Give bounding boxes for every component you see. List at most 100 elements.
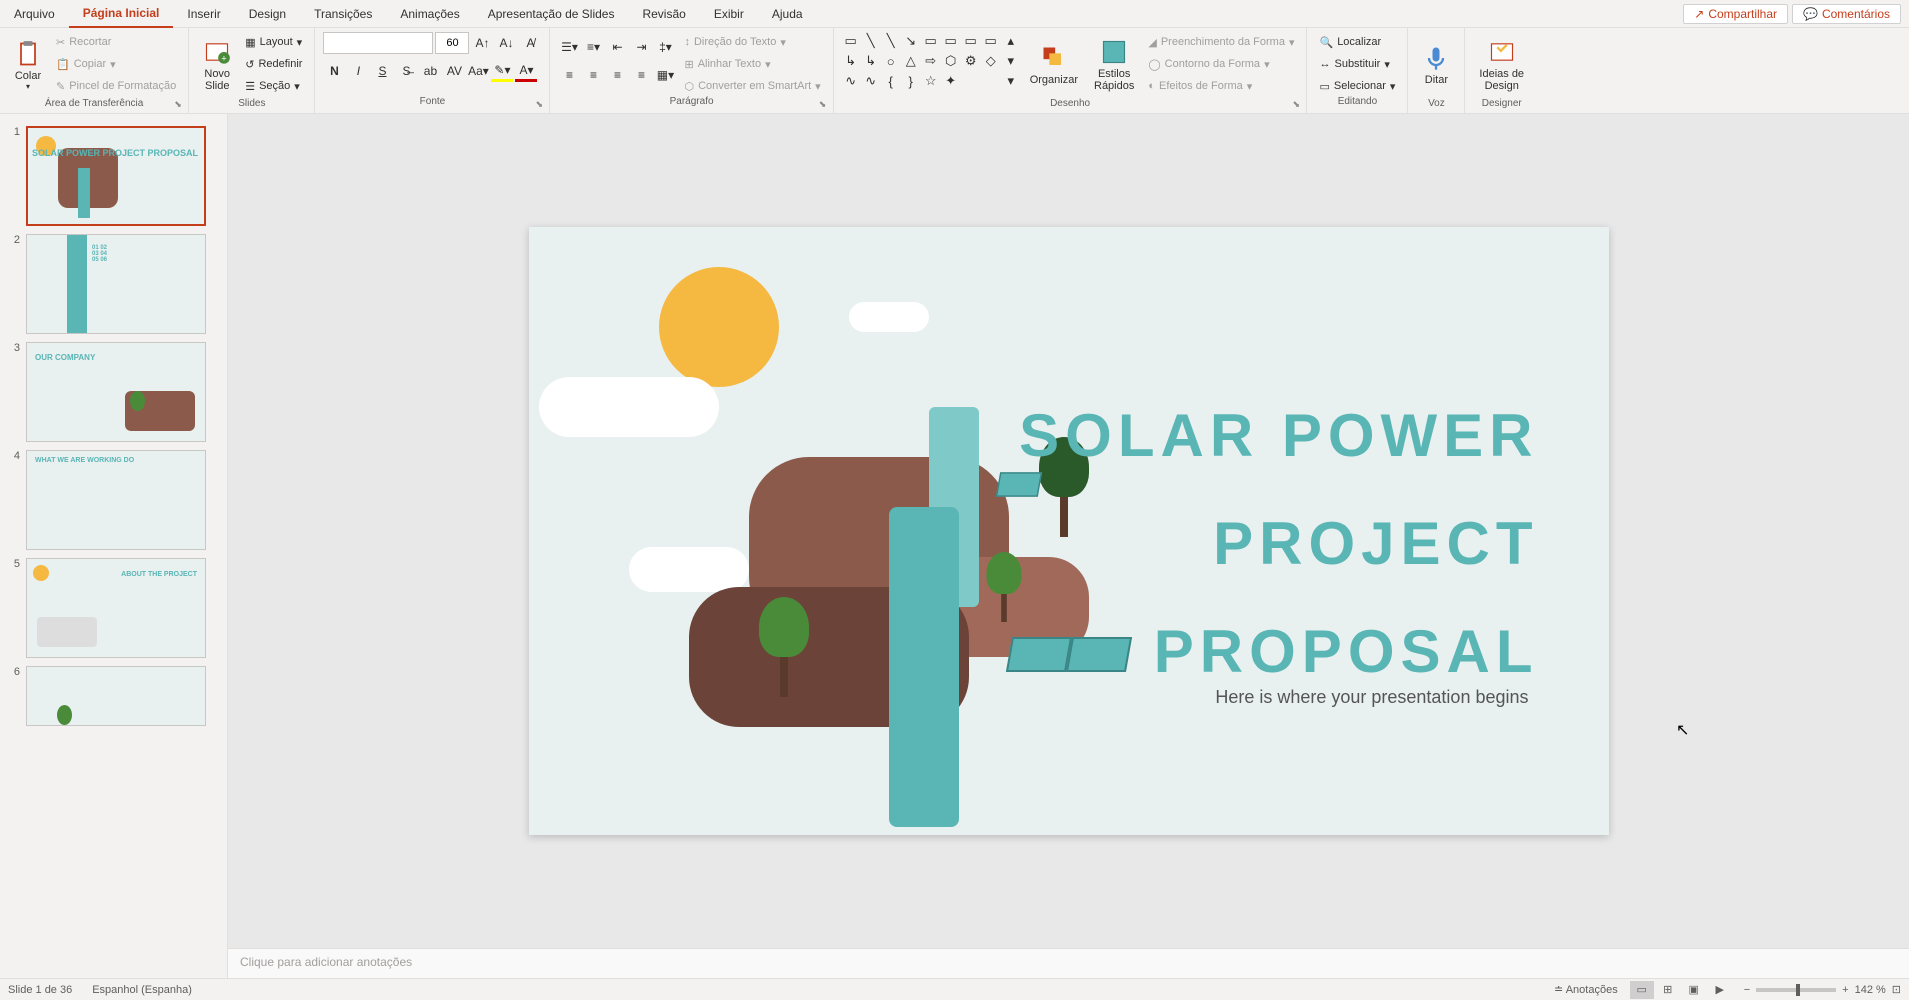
- fit-window-button[interactable]: ⊡: [1892, 983, 1901, 996]
- tab-transicoes[interactable]: Transições: [300, 0, 386, 28]
- tab-exibir[interactable]: Exibir: [700, 0, 758, 28]
- arrange-button[interactable]: Organizar: [1024, 32, 1084, 98]
- layout-button[interactable]: ▦ Layout ▾: [241, 32, 306, 52]
- share-button[interactable]: ↗ Compartilhar: [1683, 4, 1788, 24]
- shape-gear[interactable]: ⚙: [962, 52, 980, 70]
- drawing-launcher[interactable]: ⬊: [1292, 99, 1304, 111]
- sorter-view-button[interactable]: ⊞: [1656, 981, 1680, 999]
- line-spacing-button[interactable]: ‡▾: [654, 36, 676, 58]
- language-indicator[interactable]: Espanhol (Espanha): [92, 984, 192, 996]
- thumb-preview[interactable]: 01 0203 0405 06: [26, 234, 206, 334]
- spacing-button[interactable]: AV: [443, 60, 465, 82]
- tab-home[interactable]: Página Inicial: [69, 0, 174, 28]
- highlight-button[interactable]: ✎▾: [491, 60, 513, 82]
- dictate-button[interactable]: Ditar: [1416, 32, 1456, 98]
- shape-rect[interactable]: ▭: [922, 32, 940, 50]
- shape-connector[interactable]: ↳: [842, 52, 860, 70]
- slide-subtitle[interactable]: Here is where your presentation begins: [1215, 687, 1528, 708]
- shape-arrow-r[interactable]: ⇨: [922, 52, 940, 70]
- font-size-input[interactable]: [435, 32, 469, 54]
- replace-button[interactable]: ↔ Substituir ▾: [1315, 54, 1399, 74]
- reset-button[interactable]: ↺ Redefinir: [241, 54, 306, 74]
- smartart-button[interactable]: ⬡ Converter em SmartArt ▾: [680, 76, 824, 96]
- shape-scroll-dn[interactable]: ▾: [1002, 52, 1020, 70]
- tab-animacoes[interactable]: Animações: [386, 0, 473, 28]
- shape-curve[interactable]: ∿: [842, 72, 860, 90]
- clipboard-launcher[interactable]: ⬊: [174, 99, 186, 111]
- zoom-in-button[interactable]: +: [1842, 984, 1848, 996]
- design-ideas-button[interactable]: Ideias de Design: [1473, 32, 1530, 98]
- font-launcher[interactable]: ⬊: [535, 99, 547, 111]
- decrease-font-button[interactable]: A↓: [495, 32, 517, 54]
- shape-star2[interactable]: ✦: [942, 72, 960, 90]
- shape-rect4[interactable]: ▭: [982, 32, 1000, 50]
- tab-design[interactable]: Design: [235, 0, 300, 28]
- shape-rect3[interactable]: ▭: [962, 32, 980, 50]
- decrease-indent-button[interactable]: ⇤: [606, 36, 628, 58]
- italic-button[interactable]: I: [347, 60, 369, 82]
- shadow-button[interactable]: ab: [419, 60, 441, 82]
- paste-button[interactable]: Colar ▾: [8, 32, 48, 98]
- thumbnail-4[interactable]: 4 WHAT WE ARE WORKING DO: [0, 446, 227, 554]
- thumb-preview[interactable]: WHAT WE ARE WORKING DO: [26, 450, 206, 550]
- quick-styles-button[interactable]: Estilos Rápidos: [1088, 32, 1140, 98]
- shape-arrow[interactable]: ↘: [902, 32, 920, 50]
- select-button[interactable]: ▭ Selecionar ▾: [1315, 76, 1399, 96]
- align-left-button[interactable]: ≡: [558, 64, 580, 86]
- normal-view-button[interactable]: ▭: [1630, 981, 1654, 999]
- text-direction-button[interactable]: ↕ Direção do Texto ▾: [680, 32, 824, 52]
- shape-curve2[interactable]: ∿: [862, 72, 880, 90]
- cut-button[interactable]: ✂ Recortar: [52, 32, 180, 52]
- thumb-preview[interactable]: SOLAR POWER PROJECT PROPOSAL: [26, 126, 206, 226]
- tab-inserir[interactable]: Inserir: [173, 0, 234, 28]
- align-right-button[interactable]: ≡: [606, 64, 628, 86]
- shape-brace-l[interactable]: {: [882, 72, 900, 90]
- thumbnail-5[interactable]: 5 ABOUT THE PROJECT: [0, 554, 227, 662]
- find-button[interactable]: 🔍 Localizar: [1315, 32, 1399, 52]
- paragraph-launcher[interactable]: ⬊: [819, 99, 831, 111]
- slideshow-view-button[interactable]: ▶: [1708, 981, 1732, 999]
- bullets-button[interactable]: ☰▾: [558, 36, 580, 58]
- columns-button[interactable]: ▦▾: [654, 64, 676, 86]
- shape-more2[interactable]: [962, 72, 980, 90]
- shape-star[interactable]: ☆: [922, 72, 940, 90]
- canvas-area[interactable]: SOLAR POWER PROJECT PROPOSAL Here is whe…: [228, 114, 1909, 948]
- shape-brace-r[interactable]: }: [902, 72, 920, 90]
- section-button[interactable]: ☰ Seção ▾: [241, 76, 306, 96]
- zoom-slider[interactable]: [1756, 988, 1836, 992]
- shape-line[interactable]: ╲: [862, 32, 880, 50]
- tab-ajuda[interactable]: Ajuda: [758, 0, 817, 28]
- zoom-percent[interactable]: 142 %: [1855, 984, 1886, 996]
- shape-triangle[interactable]: △: [902, 52, 920, 70]
- strikethrough-button[interactable]: S̶: [395, 60, 417, 82]
- shape-effects-button[interactable]: ◐ Efeitos de Forma ▾: [1144, 76, 1298, 96]
- thumbnail-3[interactable]: 3 OUR COMPANY: [0, 338, 227, 446]
- slide-thumbnails-panel[interactable]: 1 SOLAR POWER PROJECT PROPOSAL 2 01 0203…: [0, 114, 228, 978]
- slide-title[interactable]: SOLAR POWER PROJECT PROPOSAL: [1019, 382, 1538, 706]
- font-color-button[interactable]: A▾: [515, 60, 537, 82]
- tab-arquivo[interactable]: Arquivo: [0, 0, 69, 28]
- new-slide-button[interactable]: + Novo Slide: [197, 32, 237, 98]
- shape-outline-button[interactable]: ◯ Contorno da Forma ▾: [1144, 54, 1298, 74]
- tab-apresentacao[interactable]: Apresentação de Slides: [474, 0, 629, 28]
- slide-canvas[interactable]: SOLAR POWER PROJECT PROPOSAL Here is whe…: [529, 227, 1609, 835]
- shape-connector2[interactable]: ↳: [862, 52, 880, 70]
- thumbnail-2[interactable]: 2 01 0203 0405 06: [0, 230, 227, 338]
- bold-button[interactable]: N: [323, 60, 345, 82]
- tab-revisao[interactable]: Revisão: [628, 0, 699, 28]
- comments-button[interactable]: 💬 Comentários: [1792, 4, 1901, 24]
- copy-button[interactable]: 📋 Copiar ▾: [52, 54, 180, 74]
- case-button[interactable]: Aa▾: [467, 60, 489, 82]
- thumb-preview[interactable]: [26, 666, 206, 726]
- shape-oval[interactable]: ○: [882, 52, 900, 70]
- shape-line2[interactable]: ╲: [882, 32, 900, 50]
- shape-more3[interactable]: [982, 72, 1000, 90]
- format-painter-button[interactable]: ✎ Pincel de Formatação: [52, 76, 180, 96]
- shape-diamond[interactable]: ◇: [982, 52, 1000, 70]
- thumbnail-1[interactable]: 1 SOLAR POWER PROJECT PROPOSAL: [0, 122, 227, 230]
- align-center-button[interactable]: ≡: [582, 64, 604, 86]
- clear-format-button[interactable]: A̸: [519, 32, 541, 54]
- increase-indent-button[interactable]: ⇥: [630, 36, 652, 58]
- thumb-preview[interactable]: OUR COMPANY: [26, 342, 206, 442]
- font-family-select[interactable]: [323, 32, 433, 54]
